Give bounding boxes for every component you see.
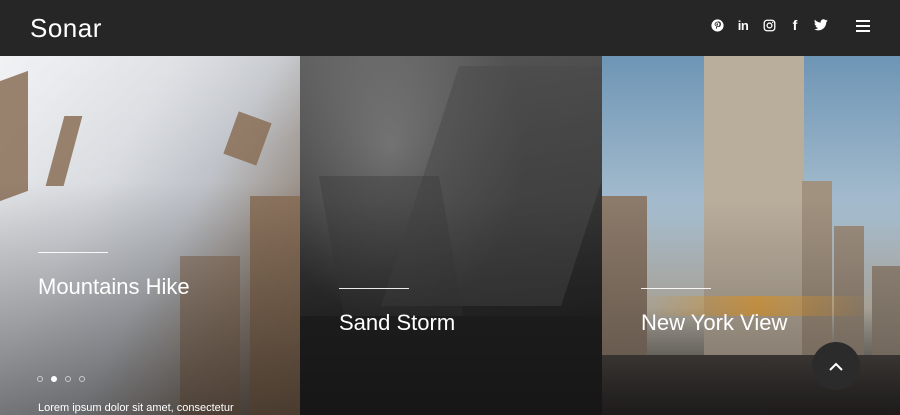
slider-dot[interactable] [37, 376, 43, 382]
panel-title: Sand Storm [339, 310, 456, 335]
twitter-icon[interactable] [814, 18, 828, 32]
panel-excerpt: Lorem ipsum dolor sit amet, consectetur [38, 402, 234, 414]
slider-dot-active[interactable] [51, 376, 57, 382]
site-logo[interactable]: Sonar [30, 15, 102, 41]
hamburger-menu-icon[interactable] [856, 20, 870, 32]
instagram-icon[interactable] [762, 18, 776, 32]
linkedin-icon[interactable]: in [736, 18, 750, 33]
slider-dot[interactable] [79, 376, 85, 382]
chevron-up-icon [829, 362, 843, 371]
caption-divider [38, 252, 108, 253]
slider-dot[interactable] [65, 376, 71, 382]
panel-title: Mountains Hike [38, 274, 190, 299]
caption-divider [641, 288, 711, 289]
facebook-icon[interactable]: f [788, 17, 802, 33]
slider-dots [37, 376, 85, 382]
scroll-to-top-button[interactable] [812, 342, 860, 390]
panel-title: New York View [641, 310, 788, 335]
social-links: in f [710, 17, 828, 33]
caption-divider [339, 288, 409, 289]
site-header: Sonar in f [0, 0, 900, 56]
panel-sand-storm[interactable]: Sand Storm [300, 56, 602, 415]
pinterest-icon[interactable] [710, 18, 724, 32]
portfolio-panels: Mountains Hike Lorem ipsum dolor sit ame… [0, 56, 900, 415]
panel-mountains-hike[interactable]: Mountains Hike Lorem ipsum dolor sit ame… [0, 56, 300, 415]
